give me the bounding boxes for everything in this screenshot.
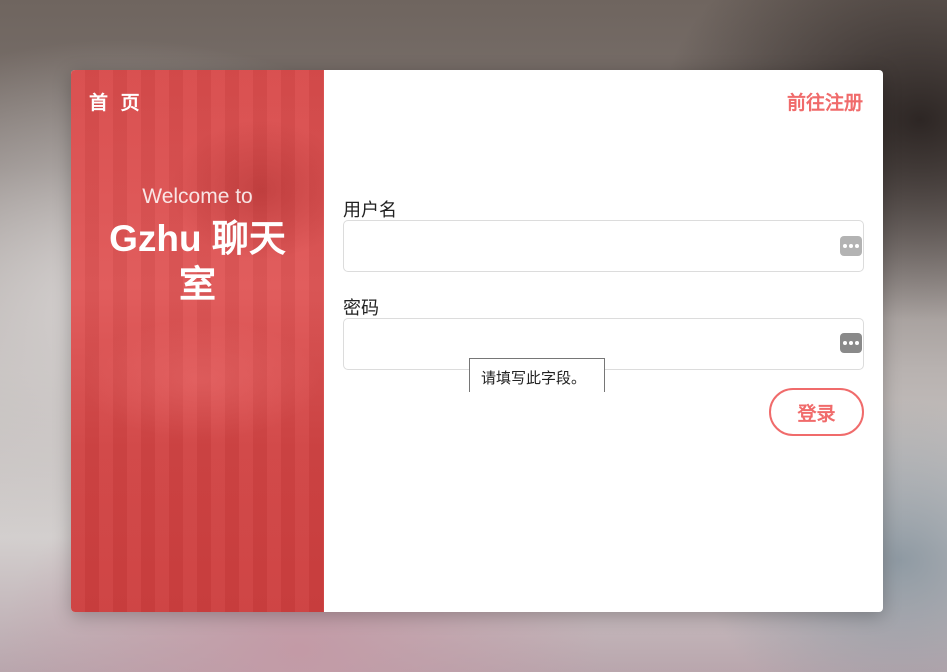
password-key-icon[interactable] — [840, 236, 862, 256]
username-label: 用户名 — [343, 200, 397, 221]
home-link[interactable]: 首 页 — [89, 88, 143, 115]
app-title: Gzhu 聊天室 — [109, 218, 286, 305]
validation-tooltip: 请填写此字段。 — [469, 358, 605, 392]
welcome-panel: 首 页 Welcome to Gzhu 聊天室 — [71, 70, 324, 612]
login-form-panel: 前往注册 用户名 密码 请填写此字段。 登录 — [324, 70, 883, 612]
login-card: 首 页 Welcome to Gzhu 聊天室 前往注册 用户名 密码 请填写此… — [71, 70, 883, 612]
password-label: 密码 — [343, 298, 379, 319]
register-link[interactable]: 前往注册 — [787, 88, 863, 115]
welcome-text: Welcome to — [142, 185, 253, 208]
login-button[interactable]: 登录 — [769, 388, 864, 436]
password-key-icon[interactable] — [840, 333, 862, 353]
username-input[interactable] — [343, 220, 864, 272]
